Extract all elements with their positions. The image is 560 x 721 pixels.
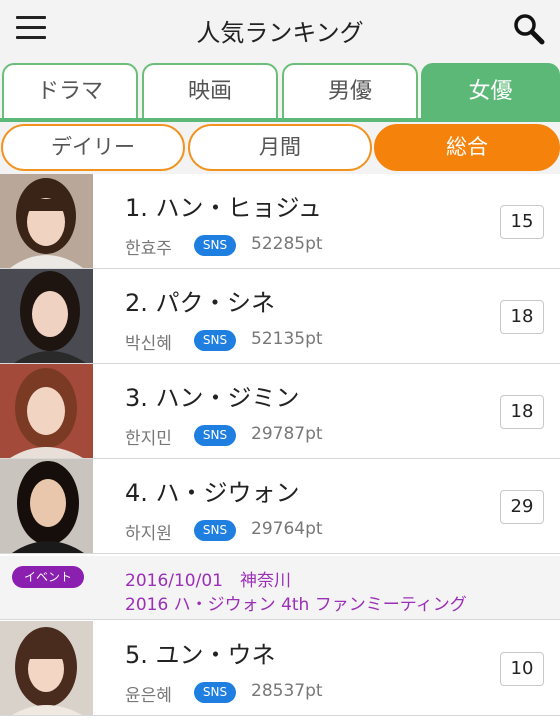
tab-drama[interactable]: ドラマ [2, 63, 138, 119]
ranking-row[interactable]: 2. パク・シネ 박신혜 SNS 52135pt 18 [0, 269, 560, 364]
sns-badge[interactable]: SNS [194, 330, 236, 351]
actress-photo [0, 174, 93, 268]
points-value: 52285pt [251, 234, 323, 254]
event-badge: イベント [12, 566, 84, 588]
actress-name: 5. ユン・ウネ [125, 641, 276, 669]
korean-name: 윤은혜 [125, 686, 172, 706]
period-monthly[interactable]: 月間 [188, 124, 372, 171]
period-total[interactable]: 総合 [374, 124, 560, 171]
korean-name: 한지민 [125, 429, 172, 449]
tab-actress[interactable]: 女優 [421, 63, 560, 119]
page-title: 人気ランキング [196, 19, 364, 47]
sns-badge[interactable]: SNS [194, 235, 236, 256]
actress-photo [0, 364, 93, 458]
sns-badge[interactable]: SNS [194, 425, 236, 446]
count-box[interactable]: 15 [500, 205, 544, 239]
ranking-row[interactable]: 4. ハ・ジウォン 하지원 SNS 29764pt 29 [0, 459, 560, 554]
period-selector: デイリー 月間 総合 [0, 122, 560, 174]
event-row[interactable]: イベント 2016/10/01 神奈川 2016 ハ・ジウォン 4th ファンミ… [0, 556, 560, 620]
sns-badge[interactable]: SNS [194, 520, 236, 541]
actress-photo [0, 269, 93, 363]
category-tabs: ドラマ 映画 男優 女優 [0, 58, 560, 120]
actress-photo [0, 621, 93, 715]
korean-name: 한효주 [125, 239, 172, 259]
event-date-place: 2016/10/01 神奈川 [125, 571, 291, 591]
actress-name: 3. ハン・ジミン [125, 384, 300, 412]
points-value: 28537pt [251, 681, 323, 701]
ranking-row[interactable]: 3. ハン・ジミン 한지민 SNS 29787pt 18 [0, 364, 560, 459]
points-value: 52135pt [251, 329, 323, 349]
period-daily[interactable]: デイリー [1, 124, 185, 171]
count-box[interactable]: 29 [500, 490, 544, 524]
count-box[interactable]: 10 [500, 652, 544, 686]
actress-name: 2. パク・シネ [125, 289, 276, 317]
points-value: 29764pt [251, 519, 323, 539]
points-value: 29787pt [251, 424, 323, 444]
sns-badge[interactable]: SNS [194, 682, 236, 703]
ranking-row[interactable]: 1. ハン・ヒョジュ 한효주 SNS 52285pt 15 [0, 174, 560, 269]
actress-name: 4. ハ・ジウォン [125, 479, 300, 507]
actress-name: 1. ハン・ヒョジュ [125, 194, 322, 222]
actress-photo [0, 459, 93, 553]
app-header: 人気ランキング [0, 0, 560, 58]
ranking-row[interactable]: 5. ユン・ウネ 윤은혜 SNS 28537pt 10 [0, 621, 560, 716]
count-box[interactable]: 18 [500, 300, 544, 334]
count-box[interactable]: 18 [500, 395, 544, 429]
korean-name: 하지원 [125, 524, 172, 544]
korean-name: 박신혜 [125, 334, 172, 354]
tab-movie[interactable]: 映画 [142, 63, 278, 119]
event-title: 2016 ハ・ジウォン 4th ファンミーティング [125, 595, 467, 615]
search-icon[interactable] [512, 12, 546, 46]
tab-actor[interactable]: 男優 [282, 63, 418, 119]
